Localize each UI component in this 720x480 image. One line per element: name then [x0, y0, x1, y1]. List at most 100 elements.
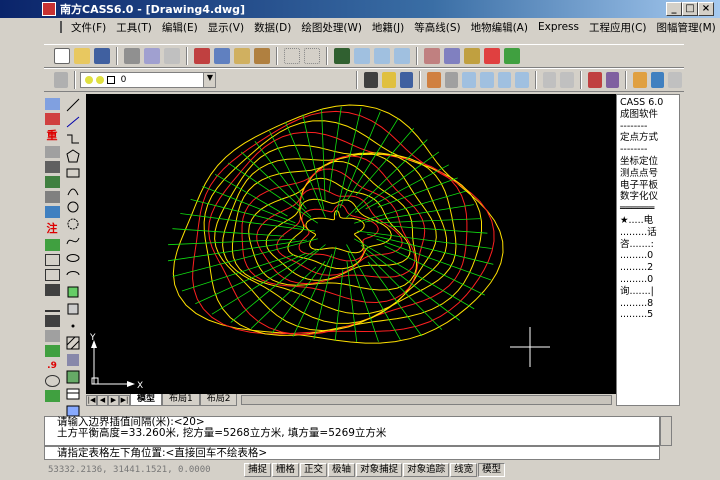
table-icon[interactable] [66, 387, 81, 401]
side-menu-item[interactable]: 坐标定位 [620, 156, 676, 168]
lineweight-toggle[interactable]: 线宽 [450, 463, 478, 477]
menu-sheet-management[interactable]: 图幅管理(M) [652, 20, 720, 35]
cass-tool-a5-icon[interactable] [44, 160, 60, 173]
copy-icon[interactable] [214, 48, 230, 64]
cass-tool-decimal-icon[interactable]: .9 [45, 360, 60, 372]
menu-file[interactable]: 文件(F) [66, 20, 111, 35]
point-icon[interactable] [66, 319, 81, 333]
refresh-icon[interactable] [668, 72, 682, 88]
cass-tool-icon[interactable] [484, 48, 500, 64]
design-center-icon[interactable] [444, 48, 460, 64]
ellipse-icon[interactable] [66, 251, 81, 265]
side-menu-item[interactable]: 数字化仪 [620, 191, 676, 203]
cass-tool-a12-icon[interactable] [44, 269, 60, 282]
cass-tool-a4-icon[interactable] [44, 145, 60, 158]
paste-icon[interactable] [234, 48, 250, 64]
cut-icon[interactable] [194, 48, 210, 64]
maximize-button[interactable]: □ [682, 2, 698, 16]
menu-drawing[interactable]: 绘图处理(W) [296, 20, 367, 35]
side-menu-item[interactable]: 电子平板 [620, 180, 676, 192]
osnap-toggle[interactable]: 对象捕捉 [356, 463, 403, 477]
minimize-button[interactable]: _ [666, 2, 682, 16]
pencil-icon[interactable] [427, 72, 441, 88]
otrack-toggle[interactable]: 对象追踪 [403, 463, 450, 477]
command-scrollbar[interactable] [660, 416, 672, 446]
tab-model[interactable]: 模型 [130, 394, 163, 406]
ellipse-arc-icon[interactable] [66, 268, 81, 282]
line-icon[interactable] [66, 98, 81, 112]
cass-tool-a13-icon[interactable] [44, 284, 60, 297]
tab-layout1[interactable]: 布局1 [162, 394, 200, 406]
tab-next-icon[interactable]: ▶ [108, 394, 119, 406]
cass-tool-a10-icon[interactable] [44, 238, 60, 251]
drawing-canvas[interactable]: Y X [86, 94, 616, 394]
chevron-down-icon[interactable]: ▼ [203, 73, 216, 87]
cass-tool-weight-icon[interactable]: 重 [45, 128, 60, 143]
folder-icon[interactable] [382, 72, 396, 88]
circle-icon[interactable] [66, 200, 81, 214]
model-toggle[interactable]: 模型 [478, 463, 506, 477]
gradient-icon[interactable] [66, 353, 81, 367]
spline-icon[interactable] [66, 234, 81, 248]
cass-tool-a11-icon[interactable] [44, 253, 60, 267]
layer-dropdown[interactable]: 0 ▼ [79, 72, 217, 88]
print-icon[interactable] [124, 48, 140, 64]
properties-icon[interactable] [424, 48, 440, 64]
menu-engineering[interactable]: 工程应用(C) [584, 20, 652, 35]
cass-tool-a14-icon[interactable] [44, 299, 60, 312]
menu-contour[interactable]: 等高线(S) [409, 20, 465, 35]
match-properties-icon[interactable] [254, 48, 270, 64]
grid-icon[interactable] [444, 72, 459, 88]
tab-last-icon[interactable]: ▶| [119, 394, 130, 406]
zoom-out-icon[interactable] [480, 72, 494, 88]
save-icon[interactable] [94, 48, 110, 64]
tool-palette-icon[interactable] [464, 48, 480, 64]
menu-data[interactable]: 数据(D) [249, 20, 296, 35]
cass-tool-a1-icon[interactable] [44, 97, 60, 110]
coordinate-icon[interactable] [605, 72, 620, 88]
menu-express[interactable]: Express [533, 21, 584, 33]
rectangle-icon[interactable] [66, 166, 81, 180]
grid-toggle[interactable]: 栅格 [272, 463, 300, 477]
horizontal-scrollbar[interactable] [241, 395, 612, 405]
redo-icon[interactable] [304, 48, 320, 64]
cass-tool-circle-icon[interactable] [44, 374, 60, 388]
cass-tool-a16-icon[interactable] [44, 329, 60, 342]
menu-cadastre[interactable]: 地籍(J) [367, 20, 409, 35]
menu-feature-edit[interactable]: 地物编辑(A) [466, 20, 533, 35]
tab-layout2[interactable]: 布局2 [199, 394, 238, 406]
cass-tool-a15-icon[interactable] [44, 314, 60, 327]
undo-icon[interactable] [284, 48, 300, 64]
insert-block-icon[interactable] [66, 285, 81, 299]
publish-icon[interactable] [164, 48, 180, 64]
area-icon[interactable] [560, 72, 574, 88]
arc-icon[interactable] [66, 183, 81, 197]
document-icon[interactable] [60, 21, 62, 33]
measure-icon[interactable] [542, 72, 557, 88]
cass-tool-a20-icon[interactable] [44, 390, 60, 403]
ortho-toggle[interactable]: 正交 [300, 463, 328, 477]
zoom-in-icon[interactable] [462, 72, 476, 88]
hatch-icon[interactable] [66, 336, 81, 350]
construction-line-icon[interactable] [66, 115, 81, 129]
snap-toggle[interactable]: 捕捉 [244, 463, 272, 477]
edit-icon[interactable] [633, 72, 647, 88]
new-icon[interactable] [54, 48, 70, 64]
polar-toggle[interactable]: 极轴 [328, 463, 356, 477]
zoom-extents-icon[interactable] [515, 72, 529, 88]
tab-first-icon[interactable]: |◀ [86, 394, 97, 406]
zoom-previous-icon[interactable] [394, 48, 410, 64]
cass-tool-icon-2[interactable] [504, 48, 520, 64]
menu-view[interactable]: 显示(V) [203, 20, 249, 35]
zoom-all-icon[interactable] [497, 72, 512, 88]
revision-cloud-icon[interactable] [66, 217, 81, 231]
preview-icon[interactable] [144, 48, 160, 64]
make-block-icon[interactable] [66, 302, 81, 316]
menu-tools[interactable]: 工具(T) [111, 20, 157, 35]
save-icon-2[interactable] [399, 72, 414, 88]
pan-icon[interactable] [334, 48, 350, 64]
tab-prev-icon[interactable]: ◀ [97, 394, 108, 406]
open-icon[interactable] [74, 48, 90, 64]
polyline-icon[interactable] [66, 132, 81, 146]
zoom-window-icon[interactable] [374, 48, 390, 64]
